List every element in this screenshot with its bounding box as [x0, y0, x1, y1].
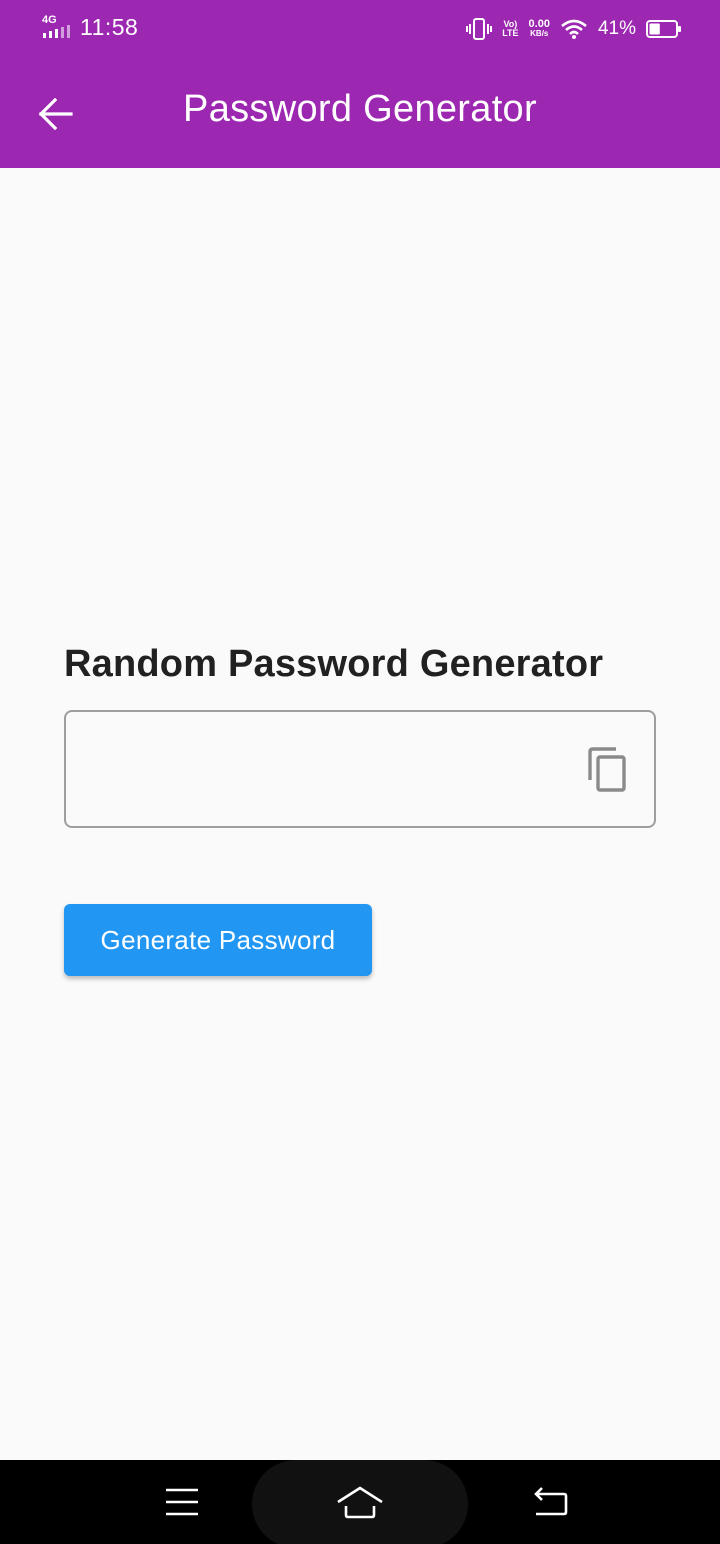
status-bar: 4G 11:58 Vo) LTE 0.00 KB/s 41% — [0, 0, 720, 58]
volte-indicator: Vo) LTE — [502, 19, 519, 38]
app-bar: Password Generator — [0, 58, 720, 168]
generate-password-button[interactable]: Generate Password — [64, 904, 372, 976]
menu-icon — [166, 1488, 198, 1516]
battery-percent: 41% — [597, 18, 636, 39]
back-nav-button[interactable] — [528, 1482, 572, 1522]
back-icon — [534, 1487, 568, 1516]
screen: 4G 11:58 Vo) LTE 0.00 KB/s 41% Password … — [0, 0, 720, 1544]
network-speed: 0.00 KB/s — [528, 18, 550, 39]
menu-button[interactable] — [160, 1482, 204, 1522]
section-heading: Random Password Generator — [64, 643, 604, 685]
password-field — [64, 710, 656, 828]
status-icons: Vo) LTE 0.00 KB/s 41% — [466, 14, 682, 44]
battery-icon — [646, 20, 681, 38]
page-title: Password Generator — [183, 88, 537, 130]
copy-icon — [588, 747, 626, 792]
copy-button[interactable] — [586, 746, 630, 794]
vibrate-icon — [466, 18, 493, 40]
network-indicator: 4G — [42, 14, 74, 40]
signal-icon — [43, 25, 70, 38]
home-icon — [337, 1486, 383, 1519]
generator-section: Random Password Generator Generate Passw… — [64, 636, 656, 976]
home-button[interactable] — [336, 1482, 384, 1522]
clock: 11:58 — [80, 14, 139, 40]
system-nav-bar — [0, 1460, 720, 1544]
wifi-icon — [561, 19, 587, 39]
password-output[interactable] — [88, 746, 572, 792]
